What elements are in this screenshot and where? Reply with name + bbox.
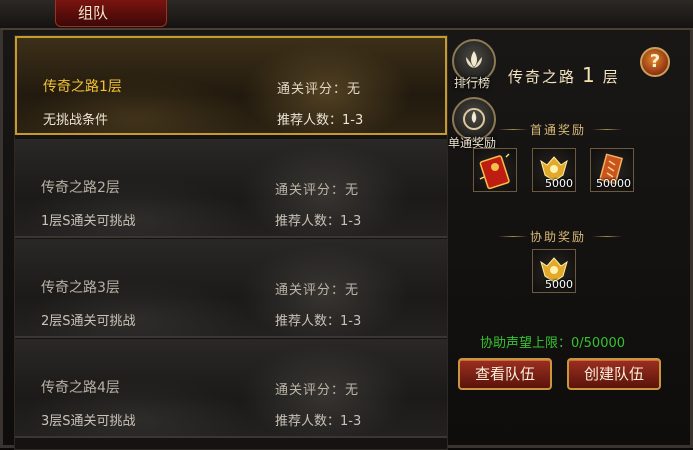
reward-slot[interactable]: 5000: [532, 249, 576, 293]
stage-condition: 无挑战条件: [43, 113, 109, 128]
help-button[interactable]: ?: [640, 47, 670, 77]
stage-name: 传奇之路4层: [41, 380, 120, 396]
window-title-tab: 组队: [55, 0, 167, 27]
stage-name: 传奇之路3层: [41, 280, 120, 296]
stage-recommend: 推荐人数：1-3: [277, 113, 364, 128]
divider: [592, 129, 622, 130]
divider: [592, 236, 622, 237]
divider: [498, 129, 528, 130]
ranking-label: 排行榜: [454, 76, 491, 90]
stage-item-2[interactable]: 传奇之路2层 通关评分：无 1层S通关可挑战 推荐人数：1-3: [15, 139, 447, 238]
question-icon: ?: [649, 51, 661, 72]
divider: [498, 236, 528, 237]
stage-condition: 2层S通关可挑战: [41, 314, 136, 329]
stage-title: 传奇之路 1 层: [508, 63, 620, 87]
stage-name: 传奇之路2层: [41, 180, 120, 196]
stage-recommend: 推荐人数：1-3: [275, 414, 362, 429]
stage-condition: 3层S通关可挑战: [41, 414, 136, 429]
stage-recommend: 推荐人数：1-3: [275, 314, 362, 329]
stage-score: 通关评分：无: [275, 283, 360, 298]
red-envelope-icon: [479, 153, 510, 190]
view-team-button[interactable]: 查看队伍: [458, 358, 552, 390]
stage-list[interactable]: 传奇之路1层 通关评分：无 无挑战条件 推荐人数：1-3 传奇之路2层 通关评分…: [14, 35, 448, 450]
stage-score: 通关评分：无: [277, 82, 362, 97]
reward-slot[interactable]: 5000: [532, 148, 576, 192]
stage-score: 通关评分：无: [275, 383, 360, 398]
stage-score: 通关评分：无: [275, 183, 360, 198]
stage-recommend: 推荐人数：1-3: [275, 214, 362, 229]
assist-reward-title: 协助奖励: [530, 230, 587, 244]
reward-panel: 排行榜 单通奖励 传奇之路 1 层 ? 首通奖励 5000 50000 协助奖励…: [448, 35, 680, 448]
lotus-icon: [463, 108, 485, 130]
assist-limit-text: 协助声望上限：0/50000: [480, 336, 626, 351]
stage-name: 传奇之路1层: [43, 79, 122, 95]
stage-item-3[interactable]: 传奇之路3层 通关评分：无 2层S通关可挑战 推荐人数：1-3: [15, 239, 447, 338]
reward-slot[interactable]: 50000: [590, 148, 634, 192]
reward-slot[interactable]: [473, 148, 517, 192]
stage-condition: 1层S通关可挑战: [41, 214, 136, 229]
stage-item-4[interactable]: 传奇之路4层 通关评分：无 3层S通关可挑战 推荐人数：1-3: [15, 339, 447, 438]
create-team-button[interactable]: 创建队伍: [567, 358, 661, 390]
first-reward-title: 首通奖励: [530, 123, 587, 137]
stage-item-1[interactable]: 传奇之路1层 通关评分：无 无挑战条件 推荐人数：1-3: [15, 36, 447, 135]
title-bar: 组队: [0, 0, 693, 30]
